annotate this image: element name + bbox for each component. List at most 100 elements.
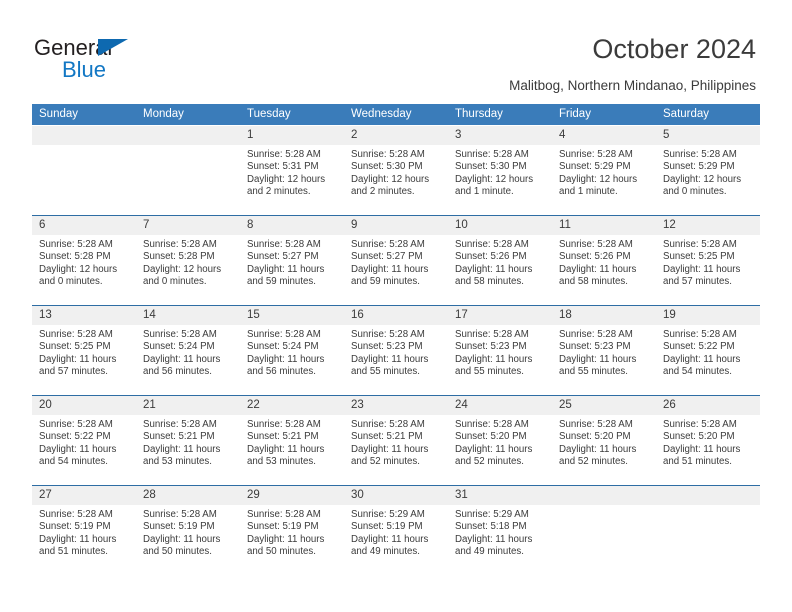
day-cell[interactable]: 22 Sunrise: 5:28 AM Sunset: 5:21 PM Dayl… — [240, 395, 344, 486]
daylight-text-line1: Daylight: 11 hours — [559, 443, 637, 455]
day-cell[interactable]: 23 Sunrise: 5:28 AM Sunset: 5:21 PM Dayl… — [344, 395, 448, 486]
day-cell[interactable]: 8 Sunrise: 5:28 AM Sunset: 5:27 PM Dayli… — [240, 215, 344, 306]
daylight-text-line2: and 55 minutes. — [559, 365, 628, 377]
daylight-text-line1: Daylight: 11 hours — [143, 533, 221, 545]
sunrise-text: Sunrise: 5:28 AM — [39, 509, 113, 520]
calendar-week-row: 1 Sunrise: 5:28 AM Sunset: 5:31 PM Dayli… — [32, 125, 760, 216]
daylight-text-line1: Daylight: 11 hours — [559, 353, 637, 365]
day-number: 16 — [344, 306, 448, 325]
sunrise-text: Sunrise: 5:28 AM — [351, 329, 425, 340]
daylight-text-line2: and 53 minutes. — [247, 455, 316, 467]
day-cell[interactable]: 11 Sunrise: 5:28 AM Sunset: 5:26 PM Dayl… — [552, 215, 656, 306]
day-cell[interactable]: 5 Sunrise: 5:28 AM Sunset: 5:29 PM Dayli… — [656, 125, 760, 216]
day-details: Sunrise: 5:28 AM Sunset: 5:26 PM Dayligh… — [448, 235, 552, 288]
day-cell[interactable]: 12 Sunrise: 5:28 AM Sunset: 5:25 PM Dayl… — [656, 215, 760, 306]
day-number: 3 — [448, 126, 552, 145]
day-cell[interactable]: 14 Sunrise: 5:28 AM Sunset: 5:24 PM Dayl… — [136, 305, 240, 396]
calendar-week-row: 27 Sunrise: 5:28 AM Sunset: 5:19 PM Dayl… — [32, 485, 760, 575]
day-cell[interactable]: 28 Sunrise: 5:28 AM Sunset: 5:19 PM Dayl… — [136, 485, 240, 575]
day-number: 18 — [552, 306, 656, 325]
day-cell[interactable]: 13 Sunrise: 5:28 AM Sunset: 5:25 PM Dayl… — [32, 305, 136, 396]
day-cell[interactable]: 4 Sunrise: 5:28 AM Sunset: 5:29 PM Dayli… — [552, 125, 656, 216]
day-number: 2 — [344, 126, 448, 145]
sunset-text: Sunset: 5:19 PM — [351, 521, 423, 533]
daylight-text-line2: and 2 minutes. — [351, 185, 415, 197]
daylight-text-line1: Daylight: 11 hours — [351, 533, 429, 545]
sunset-text: Sunset: 5:20 PM — [559, 431, 631, 443]
sunrise-text: Sunrise: 5:28 AM — [559, 149, 633, 160]
daylight-text-line2: and 55 minutes. — [455, 365, 524, 377]
day-number: 24 — [448, 396, 552, 415]
sunset-text: Sunset: 5:23 PM — [559, 341, 631, 353]
day-details: Sunrise: 5:28 AM Sunset: 5:25 PM Dayligh… — [32, 325, 136, 378]
page-subtitle-location: Malitbog, Northern Mindanao, Philippines — [509, 78, 756, 93]
day-cell[interactable]: 24 Sunrise: 5:28 AM Sunset: 5:20 PM Dayl… — [448, 395, 552, 486]
day-cell-empty — [32, 125, 136, 216]
day-number: 6 — [32, 216, 136, 235]
daylight-text-line2: and 0 minutes. — [143, 275, 207, 287]
sunrise-text: Sunrise: 5:28 AM — [39, 329, 113, 340]
sunrise-text: Sunrise: 5:28 AM — [455, 329, 529, 340]
daylight-text-line2: and 0 minutes. — [39, 275, 103, 287]
daylight-text-line2: and 52 minutes. — [351, 455, 420, 467]
weekday-header-wednesday: Wednesday — [344, 104, 448, 126]
day-number: 30 — [344, 486, 448, 505]
day-details: Sunrise: 5:28 AM Sunset: 5:21 PM Dayligh… — [344, 415, 448, 468]
day-details: Sunrise: 5:28 AM Sunset: 5:19 PM Dayligh… — [32, 505, 136, 558]
daylight-text-line2: and 51 minutes. — [663, 455, 732, 467]
day-cell[interactable]: 7 Sunrise: 5:28 AM Sunset: 5:28 PM Dayli… — [136, 215, 240, 306]
day-number: 25 — [552, 396, 656, 415]
daylight-text-line1: Daylight: 12 hours — [559, 173, 638, 185]
sunset-text: Sunset: 5:26 PM — [559, 251, 631, 263]
day-details: Sunrise: 5:28 AM Sunset: 5:22 PM Dayligh… — [32, 415, 136, 468]
page-title: October 2024 — [592, 34, 756, 64]
daylight-text-line1: Daylight: 11 hours — [143, 443, 221, 455]
daylight-text-line1: Daylight: 11 hours — [247, 263, 325, 275]
sunset-text: Sunset: 5:19 PM — [143, 521, 215, 533]
sunrise-text: Sunrise: 5:28 AM — [247, 329, 321, 340]
day-cell[interactable]: 17 Sunrise: 5:28 AM Sunset: 5:23 PM Dayl… — [448, 305, 552, 396]
day-cell[interactable]: 18 Sunrise: 5:28 AM Sunset: 5:23 PM Dayl… — [552, 305, 656, 396]
day-cell[interactable]: 3 Sunrise: 5:28 AM Sunset: 5:30 PM Dayli… — [448, 125, 552, 216]
logo-triangle-icon — [98, 39, 128, 56]
day-cell[interactable]: 10 Sunrise: 5:28 AM Sunset: 5:26 PM Dayl… — [448, 215, 552, 306]
sunset-text: Sunset: 5:29 PM — [663, 161, 735, 173]
daylight-text-line1: Daylight: 12 hours — [455, 173, 534, 185]
day-cell[interactable]: 25 Sunrise: 5:28 AM Sunset: 5:20 PM Dayl… — [552, 395, 656, 486]
day-cell[interactable]: 27 Sunrise: 5:28 AM Sunset: 5:19 PM Dayl… — [32, 485, 136, 575]
day-cell[interactable]: 20 Sunrise: 5:28 AM Sunset: 5:22 PM Dayl… — [32, 395, 136, 486]
sunrise-text: Sunrise: 5:28 AM — [559, 239, 633, 250]
day-number: 8 — [240, 216, 344, 235]
day-cell[interactable]: 15 Sunrise: 5:28 AM Sunset: 5:24 PM Dayl… — [240, 305, 344, 396]
day-cell[interactable]: 21 Sunrise: 5:28 AM Sunset: 5:21 PM Dayl… — [136, 395, 240, 486]
daylight-text-line2: and 59 minutes. — [351, 275, 420, 287]
day-cell[interactable]: 19 Sunrise: 5:28 AM Sunset: 5:22 PM Dayl… — [656, 305, 760, 396]
general-blue-logo[interactable]: General Blue — [34, 36, 234, 92]
day-number: 29 — [240, 486, 344, 505]
day-cell[interactable]: 16 Sunrise: 5:28 AM Sunset: 5:23 PM Dayl… — [344, 305, 448, 396]
day-cell[interactable]: 30 Sunrise: 5:29 AM Sunset: 5:19 PM Dayl… — [344, 485, 448, 575]
sunrise-text: Sunrise: 5:28 AM — [455, 149, 529, 160]
day-cell[interactable]: 9 Sunrise: 5:28 AM Sunset: 5:27 PM Dayli… — [344, 215, 448, 306]
day-details: Sunrise: 5:28 AM Sunset: 5:28 PM Dayligh… — [32, 235, 136, 288]
daylight-text-line2: and 58 minutes. — [559, 275, 628, 287]
sunset-text: Sunset: 5:31 PM — [247, 161, 319, 173]
day-cell[interactable]: 26 Sunrise: 5:28 AM Sunset: 5:20 PM Dayl… — [656, 395, 760, 486]
weekday-header-tuesday: Tuesday — [240, 104, 344, 126]
day-number: 23 — [344, 396, 448, 415]
day-details: Sunrise: 5:28 AM Sunset: 5:23 PM Dayligh… — [448, 325, 552, 378]
daylight-text-line1: Daylight: 11 hours — [455, 353, 533, 365]
sunset-text: Sunset: 5:22 PM — [39, 431, 111, 443]
sunset-text: Sunset: 5:30 PM — [455, 161, 527, 173]
day-cell[interactable]: 2 Sunrise: 5:28 AM Sunset: 5:30 PM Dayli… — [344, 125, 448, 216]
day-cell[interactable]: 31 Sunrise: 5:29 AM Sunset: 5:18 PM Dayl… — [448, 485, 552, 575]
day-cell[interactable]: 6 Sunrise: 5:28 AM Sunset: 5:28 PM Dayli… — [32, 215, 136, 306]
sunset-text: Sunset: 5:26 PM — [455, 251, 527, 263]
sunrise-text: Sunrise: 5:28 AM — [143, 419, 217, 430]
day-number: 31 — [448, 486, 552, 505]
day-number: 10 — [448, 216, 552, 235]
sunrise-text: Sunrise: 5:28 AM — [247, 509, 321, 520]
day-cell[interactable]: 1 Sunrise: 5:28 AM Sunset: 5:31 PM Dayli… — [240, 125, 344, 216]
daylight-text-line2: and 55 minutes. — [351, 365, 420, 377]
day-cell[interactable]: 29 Sunrise: 5:28 AM Sunset: 5:19 PM Dayl… — [240, 485, 344, 575]
